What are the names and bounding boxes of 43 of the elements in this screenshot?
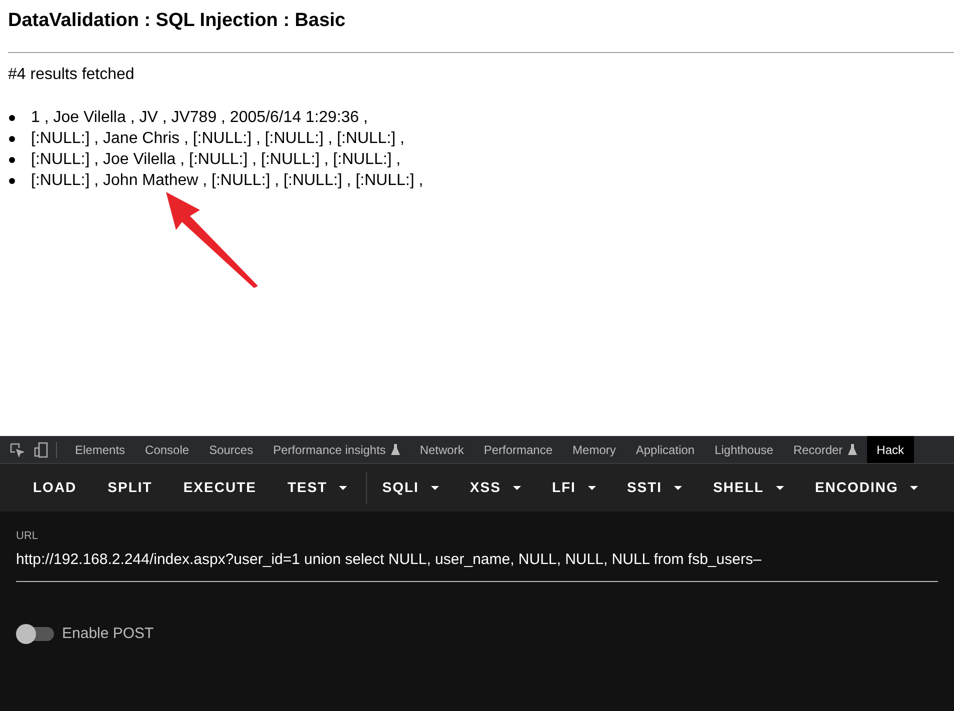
devtools-tab[interactable]: Performance [474,436,563,463]
menu-button[interactable]: LOAD [21,470,89,506]
dropdown-button[interactable]: TEST [275,470,360,506]
menu-button[interactable]: SPLIT [96,470,164,506]
caret-icon [512,486,521,490]
dropdown-button[interactable]: SSTI [614,470,694,506]
bullet-icon [9,178,15,184]
bullet-icon [9,156,15,162]
devtools-tab[interactable]: Performance insights [263,436,410,463]
caret-icon [430,486,439,490]
dropdown-button[interactable]: LFI [540,470,608,506]
devtools-tab[interactable]: Recorder [783,436,867,463]
device-toolbar-icon[interactable] [34,442,48,458]
result-row-text: [:NULL:] , Jane Chris , [:NULL:] , [:NULL:] , [:NULL:] , [31,129,404,149]
result-row-text: [:NULL:] , Joe Vilella , [:NULL:] , [:NULL:] , [:NULL:] , [31,150,401,170]
devtools-tab[interactable]: Network [410,436,474,463]
caret-icon [588,486,596,490]
caret-icon [910,486,918,490]
caret-icon [339,486,348,490]
page-title: DataValidation : SQL Injection : Basic [8,9,347,33]
dropdown-button[interactable]: XSS [458,470,533,506]
result-row-text: 1 , Joe Vilella , JV , JV789 , 2005/6/14 1:29:36 , [31,108,368,128]
dropdown-button[interactable]: SQLI [370,470,451,506]
enable-post-toggle[interactable] [16,627,54,642]
caret-icon [674,486,682,490]
devtools-tab[interactable]: Hack [866,436,914,463]
dropdown-button[interactable]: SHELL [701,470,796,506]
results-summary: #4 results fetched [8,65,136,85]
devtools-tab[interactable]: Lighthouse [704,436,784,463]
devtools-tab[interactable]: Application [626,436,705,463]
bullet-icon [9,114,15,120]
devtools-tab[interactable]: Console [135,436,200,463]
inspect-icon[interactable] [10,442,24,456]
dropdown-button[interactable]: ENCODING [802,470,930,506]
result-row-text: [:NULL:] , John Mathew , [:NULL:] , [:NULL:] , [:NULL:] , [31,171,424,191]
bullet-icon [9,136,15,142]
caret-icon [776,486,784,490]
url-field[interactable]: URL http://192.168.2.244/index.aspx?user_id=1 union select NULL, user_name, NULL, NULL, NULL from fsb_users– [16,528,938,582]
devtools-tab[interactable]: Sources [199,436,264,463]
enable-post-label: Enable POST [62,624,154,644]
devtools-tab[interactable]: Elements [65,436,136,463]
devtools-tab[interactable]: Memory [562,436,626,463]
menu-button[interactable]: EXECUTE [171,470,268,506]
